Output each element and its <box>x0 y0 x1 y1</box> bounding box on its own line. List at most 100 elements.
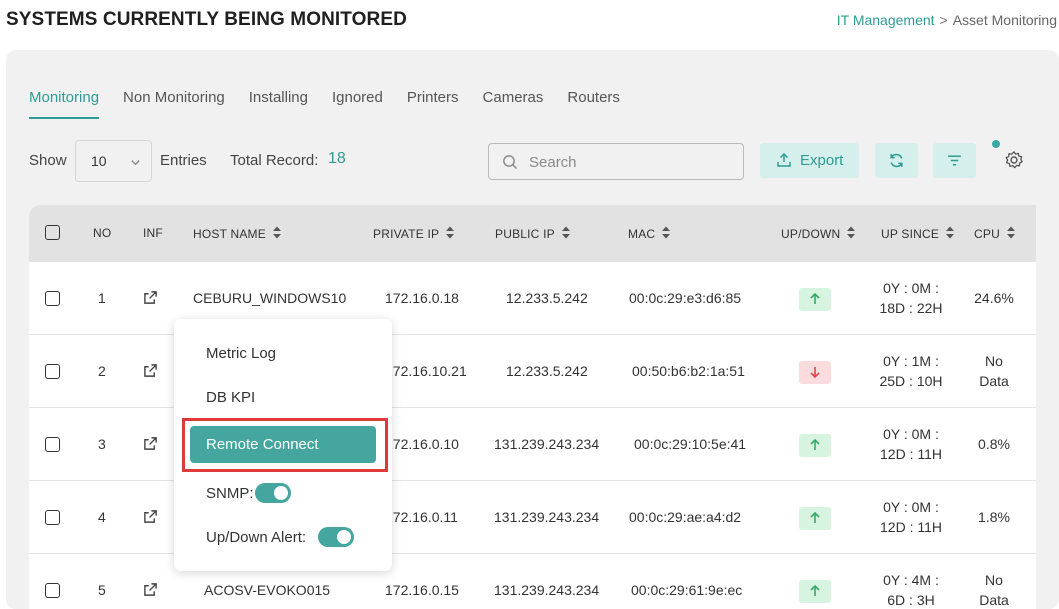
col-up-down[interactable]: UP/DOWN <box>781 226 856 244</box>
row-private-ip: 172.16.0.18 <box>385 290 459 306</box>
row-host-name: CEBURU_WINDOWS10 <box>193 290 347 306</box>
tab-monitoring[interactable]: Monitoring <box>29 88 100 120</box>
remote-connect-button[interactable]: Remote Connect <box>190 426 376 463</box>
breadcrumb-link-it-management[interactable]: IT Management <box>837 12 935 28</box>
up-since-line-2: 6D : 3H <box>887 592 935 608</box>
row-checkbox[interactable] <box>45 583 60 598</box>
refresh-icon <box>888 152 905 174</box>
menu-item-db-kpi[interactable]: DB KPI <box>206 389 255 406</box>
sort-icon[interactable] <box>445 225 455 243</box>
tab-non-monitoring[interactable]: Non Monitoring <box>123 88 225 120</box>
arrow-up-icon <box>810 438 820 450</box>
row-action-menu: Metric Log DB KPI Remote Connect SNMP: U… <box>174 319 392 571</box>
total-record-count: 18 <box>328 150 346 167</box>
row-no: 4 <box>98 509 106 525</box>
cpu-line-2: Data <box>979 373 1009 389</box>
col-cpu-label: CPU <box>974 227 1000 242</box>
row-public-ip: 131.239.243.234 <box>494 509 600 525</box>
export-label: Export <box>800 152 844 169</box>
breadcrumb-current: Asset Monitoring <box>952 12 1057 28</box>
select-all-checkbox[interactable] <box>45 225 60 240</box>
cpu-line-2: Data <box>979 592 1009 608</box>
col-mac[interactable]: MAC <box>628 226 671 244</box>
row-cpu: No Data <box>963 570 1025 609</box>
col-public-ip-label: PUBLIC IP <box>495 227 555 242</box>
row-host-name: ACOSV-EVOKO015 <box>204 582 331 598</box>
show-label: Show <box>29 152 67 169</box>
status-badge <box>799 434 831 457</box>
filter-button[interactable] <box>933 143 976 178</box>
filter-icon <box>946 152 963 174</box>
cpu-line-1: 0.8% <box>978 436 1010 452</box>
sort-icon[interactable] <box>945 225 955 243</box>
up-since-line-2: 25D : 10H <box>879 373 943 389</box>
row-checkbox[interactable] <box>45 437 60 452</box>
col-private-ip[interactable]: PRIVATE IP <box>373 226 455 244</box>
entries-label: Entries <box>160 152 207 169</box>
col-up-down-label: UP/DOWN <box>781 227 841 242</box>
sort-icon[interactable] <box>661 225 671 243</box>
row-mac: 00:50:b6:b2:1a:51 <box>632 363 745 379</box>
cpu-line-1: No <box>985 353 1003 369</box>
tab-installing[interactable]: Installing <box>249 88 308 120</box>
up-since-line-2: 12D : 11H <box>880 519 942 535</box>
tab-ignored[interactable]: Ignored <box>332 88 383 120</box>
chevron-down-icon <box>130 155 141 173</box>
arrow-up-icon <box>810 584 820 596</box>
tab-routers[interactable]: Routers <box>567 88 620 120</box>
row-no: 3 <box>98 436 106 452</box>
toggle-knob <box>337 530 351 544</box>
status-badge <box>799 580 831 603</box>
external-link-icon[interactable] <box>143 436 158 456</box>
row-private-ip: 172.16.0.15 <box>385 582 459 598</box>
snmp-toggle[interactable] <box>255 483 291 503</box>
entries-select[interactable]: 10 <box>75 140 152 182</box>
up-since-line-2: 12D : 11H <box>880 446 942 462</box>
sort-icon[interactable] <box>1006 225 1016 243</box>
col-no: NO <box>93 226 112 240</box>
up-since-line-2: 18D : 22H <box>879 300 943 316</box>
row-cpu: No Data <box>963 351 1025 391</box>
search-box[interactable] <box>488 143 744 180</box>
row-up-since: 0Y : 4M : 6D : 3H <box>871 570 951 609</box>
status-badge <box>799 288 831 311</box>
arrow-up-icon <box>810 292 820 304</box>
refresh-button[interactable] <box>875 143 918 178</box>
up-since-line-1: 0Y : 1M : <box>883 353 939 369</box>
total-record-label: Total Record: <box>230 152 319 169</box>
sort-icon[interactable] <box>561 225 571 243</box>
gear-icon[interactable] <box>1004 150 1024 175</box>
cpu-line-1: 1.8% <box>978 509 1010 525</box>
external-link-icon[interactable] <box>143 363 158 383</box>
sort-icon[interactable] <box>272 225 282 243</box>
external-link-icon[interactable] <box>143 290 158 310</box>
search-input[interactable] <box>529 151 729 173</box>
row-mac: 00:0c:29:61:9e:ec <box>631 582 743 598</box>
external-link-icon[interactable] <box>143 509 158 529</box>
row-checkbox[interactable] <box>45 364 60 379</box>
sort-icon[interactable] <box>846 225 856 243</box>
up-down-alert-toggle[interactable] <box>318 527 354 547</box>
row-public-ip: 12.233.5.242 <box>506 290 588 306</box>
status-badge <box>799 361 831 384</box>
cpu-line-1: 24.6% <box>974 290 1014 306</box>
row-up-since: 0Y : 0M : 12D : 11H <box>871 424 951 464</box>
tab-cameras[interactable]: Cameras <box>483 88 544 120</box>
menu-item-metric-log[interactable]: Metric Log <box>206 345 276 362</box>
row-public-ip: 131.239.243.234 <box>494 582 600 598</box>
row-checkbox[interactable] <box>45 291 60 306</box>
row-public-ip: 131.239.243.234 <box>494 436 600 452</box>
tab-printers[interactable]: Printers <box>407 88 459 120</box>
col-public-ip[interactable]: PUBLIC IP <box>495 226 571 244</box>
row-checkbox[interactable] <box>45 510 60 525</box>
arrow-down-icon <box>810 367 820 379</box>
monitoring-card: Monitoring Non Monitoring Installing Ign… <box>6 50 1059 609</box>
col-cpu[interactable]: CPU <box>974 226 1016 244</box>
snmp-label: SNMP: <box>206 485 254 502</box>
row-cpu: 24.6% <box>963 288 1025 308</box>
export-button[interactable]: Export <box>760 143 859 178</box>
col-up-since[interactable]: UP SINCE <box>881 226 955 244</box>
col-host-name[interactable]: HOST NAME <box>193 226 282 244</box>
external-link-icon[interactable] <box>143 582 158 602</box>
filter-active-indicator <box>991 139 1001 149</box>
